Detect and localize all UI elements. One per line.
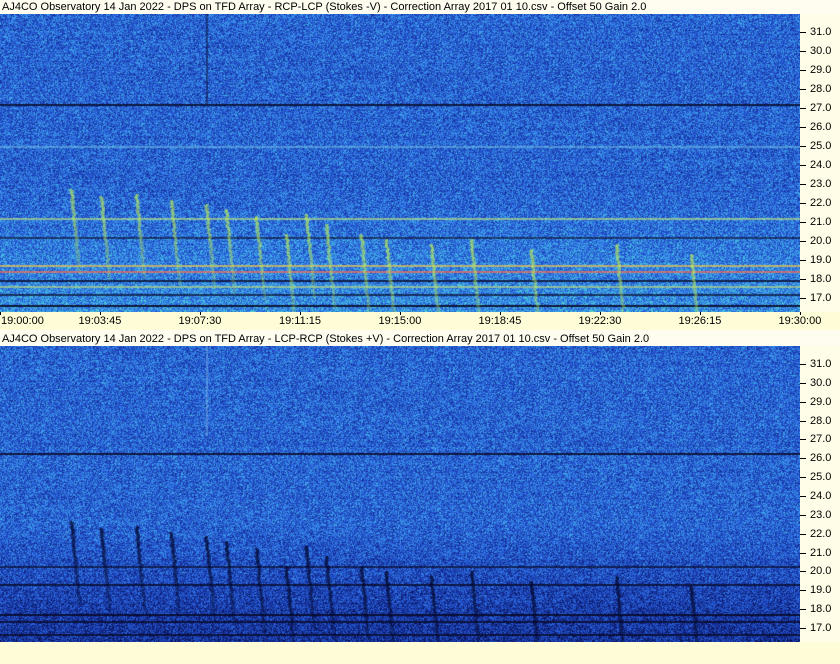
y-tick-label: 24.0 — [810, 490, 832, 502]
y-tick-label: 22.0 — [810, 527, 832, 540]
y-tick — [800, 571, 806, 573]
y-tick-label: 17.0 — [810, 292, 832, 304]
x-tick-label: 19:18:45 — [478, 315, 522, 327]
y-tick — [800, 51, 806, 52]
y-tick-label: 29.0 — [810, 395, 832, 408]
y-tick — [800, 458, 806, 460]
y-tick-label: 30.0 — [810, 376, 832, 389]
y-tick — [800, 401, 806, 403]
y-tick — [800, 260, 806, 261]
y-tick-label: 23.0 — [810, 508, 832, 521]
x-tick-label: 19:30:00 — [778, 315, 822, 327]
y-tick — [800, 184, 806, 185]
y-tick-label: 18.0 — [810, 603, 832, 616]
y-tick-label: 22.0 — [810, 197, 832, 209]
y-tick-label: 20.0 — [810, 235, 832, 247]
y-tick — [800, 298, 806, 299]
top-spectrogram-plot — [0, 14, 800, 312]
x-tick-label: 19:11:15 — [279, 315, 322, 327]
y-tick — [800, 127, 806, 128]
bottom-spectrogram-panel: AJ4CO Observatory 14 Jan 2022 - DPS on T… — [0, 330, 840, 642]
bottom-spectrogram-plot — [0, 346, 800, 642]
y-tick — [800, 420, 806, 422]
bottom-status-strip — [0, 642, 840, 664]
y-tick-label: 27.0 — [810, 102, 832, 114]
top-spectrogram-panel: AJ4CO Observatory 14 Jan 2022 - DPS on T… — [0, 0, 840, 330]
time-axis: 19:00:00 19:03:45 19:07:30 19:11:15 19:15:00… — [0, 312, 840, 330]
y-tick-label: 19.0 — [810, 254, 832, 266]
y-tick — [800, 89, 806, 90]
y-tick — [800, 628, 806, 629]
top-frequency-axis: 31.0 30.0 29.0 28.0 27.0 26.0 25.0 24.0 23.0 22.0… — [800, 14, 840, 312]
y-tick — [800, 590, 806, 592]
y-tick — [800, 241, 806, 242]
y-tick — [800, 146, 806, 147]
y-tick — [800, 533, 806, 535]
x-tick-label: 19:00:00 — [1, 315, 44, 327]
y-tick — [800, 382, 806, 384]
y-tick — [800, 32, 806, 33]
x-tick-label: 19:15:00 — [378, 315, 422, 327]
y-tick — [800, 364, 806, 365]
x-tick-label: 19:03:45 — [78, 315, 122, 327]
y-tick-label: 31.0 — [810, 26, 832, 38]
y-tick-label: 28.0 — [810, 83, 832, 95]
y-tick-label: 27.0 — [810, 433, 832, 446]
y-tick-label: 18.0 — [810, 273, 832, 285]
y-tick — [800, 552, 806, 554]
y-tick-label: 24.0 — [810, 159, 832, 171]
top-panel-title: AJ4CO Observatory 14 Jan 2022 - DPS on T… — [2, 1, 647, 13]
y-tick-label: 23.0 — [810, 178, 832, 190]
y-tick-label: 26.0 — [810, 452, 832, 465]
y-tick-label: 19.0 — [810, 584, 832, 597]
y-tick-label: 25.0 — [810, 140, 832, 152]
y-tick — [800, 609, 806, 611]
y-tick — [800, 203, 806, 204]
y-tick-label: 31.0 — [810, 358, 832, 370]
y-tick-label: 20.0 — [810, 565, 832, 578]
bottom-panel-title: AJ4CO Observatory 14 Jan 2022 - DPS on T… — [2, 333, 650, 345]
y-tick-label: 25.0 — [810, 471, 832, 484]
y-tick-label: 28.0 — [810, 414, 832, 427]
y-tick — [800, 279, 806, 280]
y-tick-label: 26.0 — [810, 121, 832, 133]
y-tick-label: 17.0 — [810, 622, 832, 634]
y-tick — [800, 108, 806, 109]
bottom-frequency-axis: 31.0 30.0 29.0 28.0 27.0 26.0 25.0 24.0 23.0 22.0… — [800, 346, 840, 642]
x-tick-label: 19:22:30 — [578, 315, 622, 327]
y-tick-label: 21.0 — [810, 216, 832, 228]
y-tick-label: 30.0 — [810, 45, 832, 57]
y-tick — [800, 439, 806, 441]
y-tick — [800, 165, 806, 166]
y-tick — [800, 477, 806, 479]
y-tick-label: 29.0 — [810, 64, 832, 76]
y-tick — [800, 514, 806, 516]
x-tick-label: 19:26:15 — [678, 315, 722, 327]
y-tick — [800, 496, 806, 497]
y-tick — [800, 70, 806, 71]
y-tick — [800, 222, 806, 223]
x-tick-label: 19:07:30 — [178, 315, 222, 327]
y-tick-label: 21.0 — [810, 546, 832, 559]
